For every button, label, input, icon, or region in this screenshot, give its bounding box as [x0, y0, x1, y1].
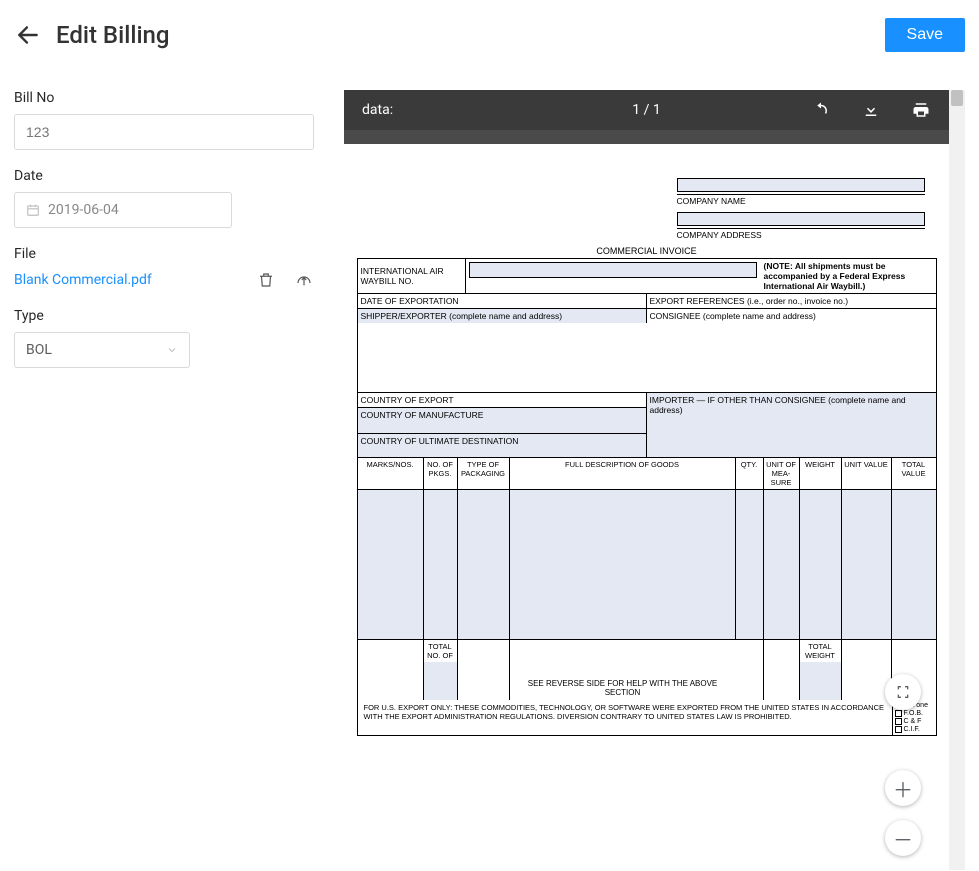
upload-icon[interactable]	[294, 270, 314, 290]
country-of-manufacture-label: COUNTRY OF MANUFACTURE	[358, 407, 647, 433]
file-link[interactable]: Blank Commercial.pdf	[14, 272, 152, 288]
consignee-label: CONSIGNEE (complete name and address)	[650, 311, 816, 321]
page-title: Edit Billing	[56, 21, 170, 49]
bill-no-input[interactable]	[14, 114, 314, 150]
col-qty: QTY.	[736, 458, 764, 489]
file-label: File	[14, 246, 324, 262]
total-weight-label: TOTAL WEIGHT	[805, 642, 835, 660]
iawb-label: INTERNATIONAL AIR WAYBILL NO.	[358, 259, 466, 293]
export-references-label: EXPORT REFERENCES (i.e., order no., invo…	[647, 294, 936, 308]
pdf-source-label: data:	[362, 102, 393, 118]
delete-icon[interactable]	[256, 270, 276, 290]
col-weight: WEIGHT	[800, 458, 842, 489]
shipper-exporter-label: SHIPPER/EXPORTER (complete name and addr…	[361, 311, 563, 321]
country-of-ultimate-destination-label: COUNTRY OF ULTIMATE DESTINATION	[358, 433, 647, 457]
invoice-title: COMMERCIAL INVOICE	[357, 246, 937, 256]
calendar-icon	[26, 203, 40, 217]
top-bar: Edit Billing Save	[0, 0, 979, 62]
type-select-value: BOL	[26, 342, 52, 358]
bill-no-label: Bill No	[14, 90, 324, 106]
date-label: Date	[14, 168, 324, 184]
scrollbar[interactable]	[949, 90, 965, 870]
date-input[interactable]: 2019-06-04	[14, 192, 232, 228]
type-label: Type	[14, 308, 324, 324]
country-of-export-label: COUNTRY OF EXPORT	[358, 393, 647, 407]
pdf-preview-panel: data: 1 / 1 COMPANY NAME COMPANY ADDRESS	[344, 90, 965, 870]
company-name-label: COMPANY NAME	[677, 194, 925, 206]
download-icon[interactable]	[861, 100, 881, 120]
col-full-description: FULL DESCRIPTION OF GOODS	[510, 458, 736, 489]
zoom-out-button[interactable]: －	[885, 820, 921, 856]
col-marks-nos: MARKS/NOS.	[358, 458, 424, 489]
pdf-canvas: COMPANY NAME COMPANY ADDRESS COMMERCIAL …	[344, 144, 949, 870]
pdf-page: COMPANY NAME COMPANY ADDRESS COMMERCIAL …	[357, 178, 937, 870]
chevron-down-icon	[166, 344, 178, 356]
pdf-toolbar: data: 1 / 1	[344, 90, 949, 130]
fit-to-page-button[interactable]	[885, 674, 921, 710]
col-no-of-pkgs: NO. OF PKGS.	[424, 458, 458, 489]
col-unit-value: UNIT VALUE	[842, 458, 892, 489]
pdf-page-indicator: 1 / 1	[632, 102, 660, 118]
see-reverse-label: SEE REVERSE SIDE FOR HELP WITH THE ABOVE…	[510, 640, 736, 700]
company-address-label: COMPANY ADDRESS	[677, 228, 925, 240]
date-of-exportation-label: DATE OF EXPORTATION	[358, 294, 647, 308]
back-arrow-icon[interactable]	[14, 21, 42, 49]
date-value: 2019-06-04	[48, 202, 119, 218]
zoom-in-button[interactable]: ＋	[885, 770, 921, 806]
type-select[interactable]: BOL	[14, 332, 190, 368]
form-panel: Bill No Date 2019-06-04 File Blank Comme…	[14, 90, 324, 870]
rotate-icon[interactable]	[811, 100, 831, 120]
importer-label: IMPORTER — IF OTHER THAN CONSIGNEE (comp…	[647, 393, 936, 457]
col-unit-of-measure: UNIT OF MEA-SURE	[764, 458, 800, 489]
export-disclaimer: FOR U.S. EXPORT ONLY: THESE COMMODITIES,…	[358, 700, 892, 735]
iawb-note: (NOTE: All shipments must be accompanied…	[760, 259, 936, 293]
col-type-of-packaging: TYPE OF PACKAGING	[458, 458, 510, 489]
print-icon[interactable]	[911, 100, 931, 120]
save-button[interactable]: Save	[885, 18, 965, 52]
col-total-value: TOTAL VALUE	[892, 458, 936, 489]
